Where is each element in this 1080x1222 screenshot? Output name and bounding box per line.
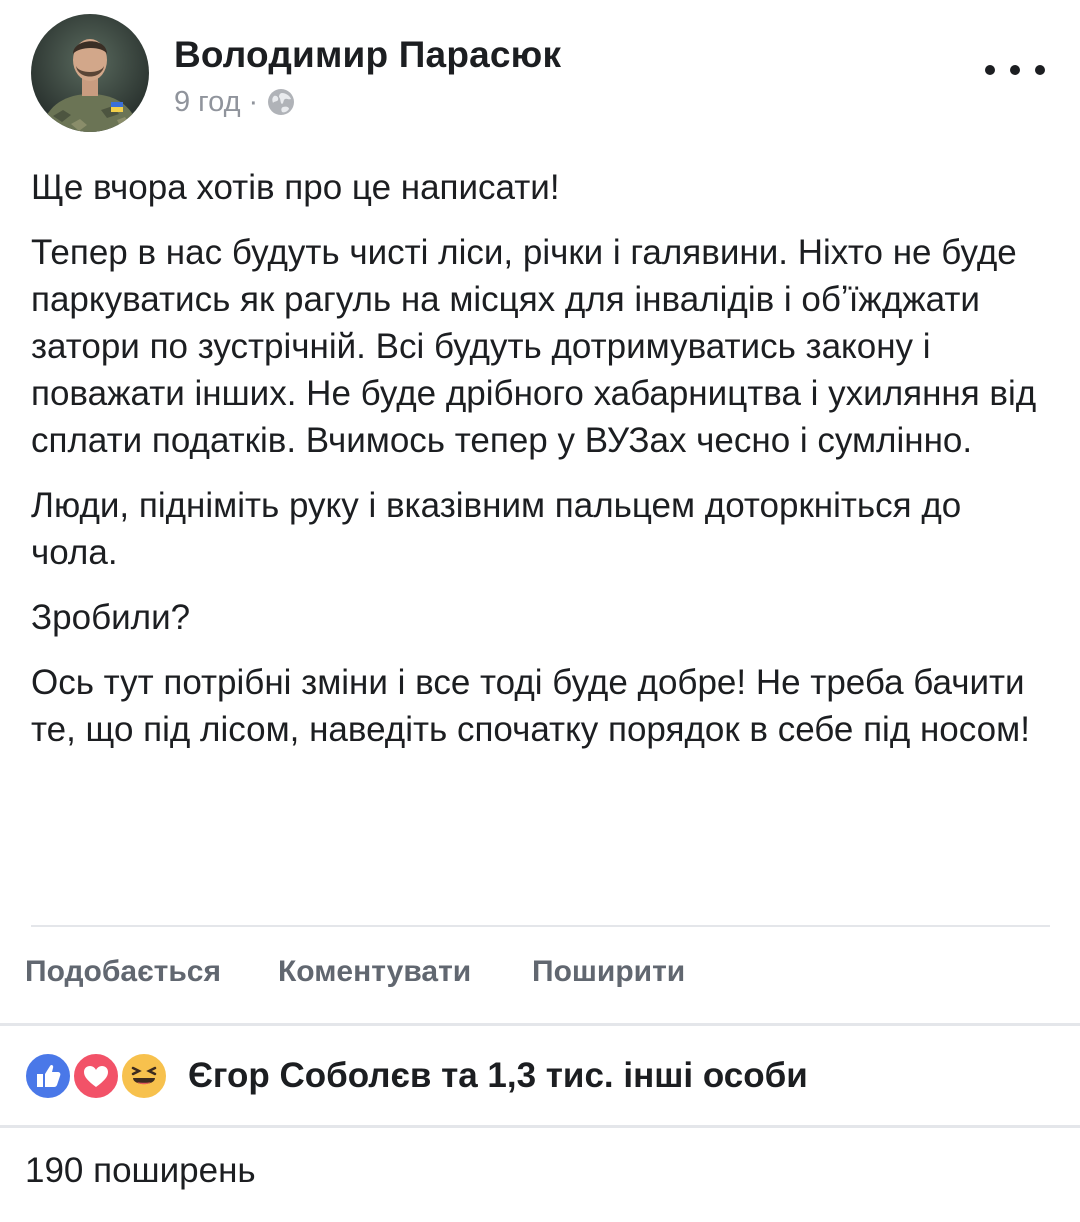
post-actions-bar: Подобається Коментувати Поширити [0,938,1080,1008]
love-reaction-icon [71,1051,121,1101]
post-paragraph: Ось тут потрібні зміни і все тоді буде д… [31,663,1030,749]
like-button[interactable]: Подобається [25,955,221,989]
post-paragraph: Люди, підніміть руку і вказівним пальцем… [31,486,962,572]
divider [0,1023,1080,1026]
more-horizontal-icon[interactable] [985,55,1045,85]
post-paragraph: Ще вчора хотів про це написати! [31,168,560,207]
post-paragraph: Зробили? [31,598,191,637]
more-dot [1010,65,1020,75]
reactions-summary-text: Єгор Соболєв та 1,3 тис. інші особи [188,1056,808,1095]
haha-reaction-icon [119,1051,169,1101]
divider [31,925,1050,927]
post-body: Ще вчора хотів про це написати! Тепер в … [31,164,1051,771]
post-meta: 9 год · [174,84,296,120]
comment-button[interactable]: Коментувати [278,955,471,989]
more-dot [1035,65,1045,75]
author-name[interactable]: Володимир Парасюк [174,34,561,76]
post-time[interactable]: 9 год [174,86,241,119]
share-button[interactable]: Поширити [532,955,685,989]
divider [0,1125,1080,1128]
author-avatar[interactable] [31,14,149,132]
post-header: Володимир Парасюк 9 год · [0,0,1080,150]
meta-separator: · [248,85,259,118]
like-reaction-icon [23,1051,73,1101]
post-paragraph: Тепер в нас будуть чисті ліси, річки і г… [31,233,1037,460]
shares-count[interactable]: 190 поширень [25,1151,256,1191]
reaction-icons [23,1048,173,1104]
more-dot [985,65,995,75]
globe-icon [266,87,296,117]
reactions-summary[interactable]: Єгор Соболєв та 1,3 тис. інші особи [23,1048,808,1104]
